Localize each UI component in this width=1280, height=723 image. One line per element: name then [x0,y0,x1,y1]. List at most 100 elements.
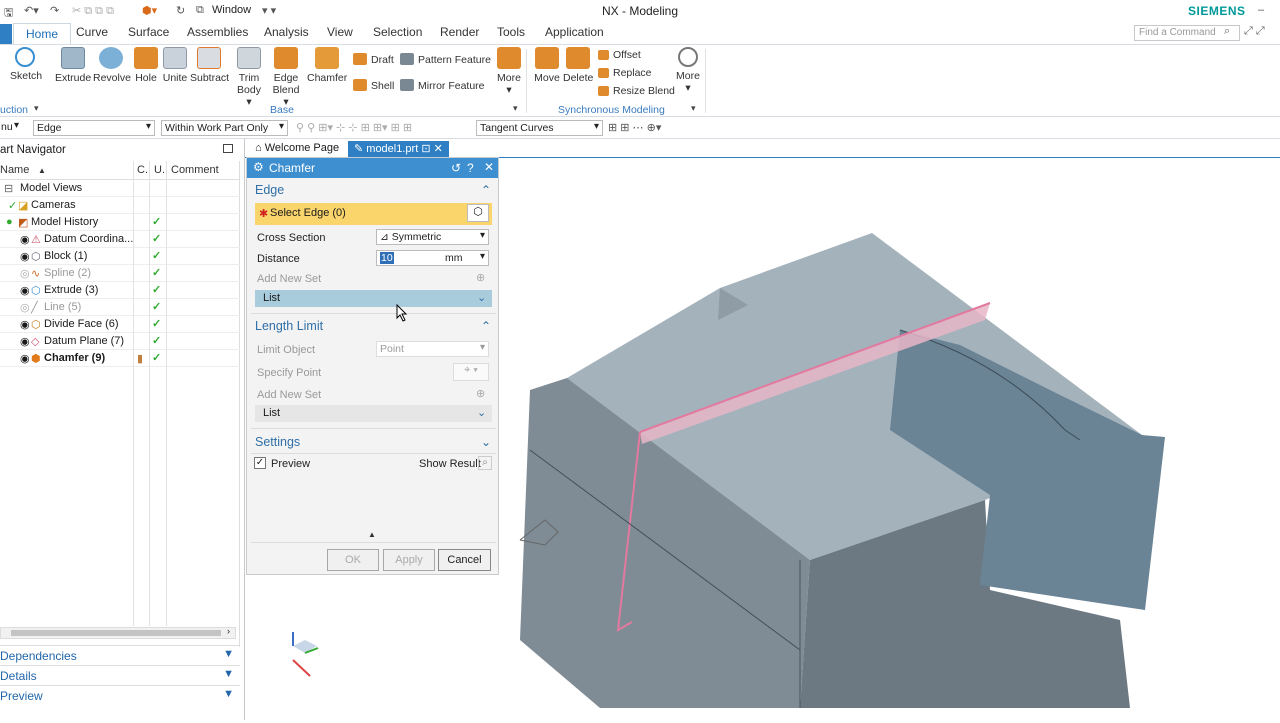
show-result-icon[interactable]: ⌕ [478,456,492,470]
visibility-icon[interactable]: ◉ [20,284,30,297]
selection-scope-dropdown[interactable]: Within Work Part Only [161,120,288,136]
tab-application[interactable]: Application [545,25,604,44]
extrude-button[interactable]: Extrude [55,47,91,84]
offset-button[interactable]: Offset [598,49,641,61]
tab-welcome-page[interactable]: ⌂ Welcome Page [249,141,345,158]
curve-rule-dropdown[interactable]: Tangent Curves [476,120,603,136]
tab-model1[interactable]: ✎ model1.prt ⊡ ✕ [348,141,449,158]
replace-button[interactable]: Replace [598,67,652,79]
trim-body-button[interactable]: Trim Body ▾ [233,47,265,108]
length-limit-header[interactable]: Length Limit ⌃ [255,319,491,333]
cancel-button[interactable]: Cancel [438,549,491,571]
select-edge-icon[interactable]: ⬡ [467,204,489,222]
more-sync-button[interactable]: More ▾ [673,47,703,94]
tree-node[interactable]: ◉ ⬢ Chamfer (9) ▮ ✓ [0,350,240,367]
ok-button[interactable]: OK [327,549,379,571]
edge-blend-button[interactable]: Edge Blend ▾ [270,47,302,108]
cross-section-dropdown[interactable]: ⊿ Symmetric [376,229,489,245]
tab-assemblies[interactable]: Assemblies [187,25,248,44]
expand-icon[interactable]: ⤢ ⤢ [1244,25,1265,38]
unite-button[interactable]: Unite [160,47,190,84]
tab-view[interactable]: View [327,25,353,44]
chamfer-button[interactable]: Chamfer [307,47,347,84]
visibility-icon[interactable]: ◉ [20,352,30,365]
close-icon[interactable]: ✕ [484,160,494,174]
snap-tools-icon[interactable]: ⊞ ⊞ ⋯ ⊕▾ [608,121,661,134]
hidden-icon[interactable]: ◎ [20,301,30,314]
visibility-icon[interactable]: ◉ [20,250,30,263]
type-filter-dropdown[interactable]: Edge [33,120,155,136]
edge-section-header[interactable]: Edge ⌃ [255,183,491,197]
scrollbar-thumb[interactable] [11,630,221,636]
sync-chevron-icon[interactable]: ▾ [691,103,696,114]
close-tab-icon[interactable]: ✕ [434,143,443,155]
tree-node[interactable]: ◉ ◇ Datum Plane (7) ✓ [0,333,240,350]
point-dialog-icon[interactable]: ⌖ ▾ [453,363,489,381]
more-base-button[interactable]: More ▾ [494,47,524,96]
sort-ascending-icon[interactable]: ▲ [38,166,46,175]
select-edge-row[interactable]: ✱ Select Edge (0) ⬡ [255,203,492,225]
tab-analysis[interactable]: Analysis [264,25,309,44]
visibility-icon[interactable]: ◉ [20,335,30,348]
search-icon[interactable]: ⌕ [1224,25,1230,38]
visibility-icon[interactable]: ◉ [20,233,30,246]
collapse-icon[interactable]: ▲ [368,530,376,539]
sketch-button[interactable]: Sketch [10,47,42,82]
preview-panel[interactable]: Preview ▼ [0,685,240,704]
reset-icon[interactable]: ↺ [451,161,461,175]
subtract-button[interactable]: Subtract [190,47,229,84]
limit-object-dropdown[interactable]: Point [376,341,489,357]
add-set-icon[interactable]: ⊕ [476,387,485,400]
hidden-icon[interactable]: ◎ [20,267,30,280]
settings-header[interactable]: Settings ⌄ [255,435,491,449]
distance-field[interactable]: 10 mm [376,250,489,266]
filter-tools-icon[interactable]: ⚲ ⚲ ⊞▾ ⊹ ⊹ ⊞ ⊞▾ ⊞ ⊞ [296,121,412,134]
list-expander[interactable]: List ⌄ [255,405,492,422]
tab-render[interactable]: Render [440,25,479,44]
dialog-header[interactable]: ⚙ Chamfer ↺ ? ✕ [247,158,498,178]
tab-tools[interactable]: Tools [497,25,525,44]
dependencies-panel[interactable]: Dependencies ▼ [0,645,240,664]
tab-selection[interactable]: Selection [373,25,422,44]
column-current[interactable]: C. [137,164,148,176]
delete-face-button[interactable]: Delete [563,47,593,84]
tree-node[interactable]: ⊟ Model Views [0,180,240,197]
help-icon[interactable]: ? [467,161,474,175]
tree-node[interactable]: ◉ ⬡ Divide Face (6) ✓ [0,316,240,333]
panel-splitter[interactable] [244,139,245,720]
base-chevron-icon[interactable]: ▾ [513,103,518,114]
tree-node[interactable]: ● ◩ Model History ✓ [0,214,240,231]
list-expander[interactable]: List ⌄ [255,290,492,307]
shell-button[interactable]: Shell [353,79,394,92]
pattern-feature-button[interactable]: Pattern Feature [400,53,491,66]
resize-blend-button[interactable]: Resize Blend [598,85,675,97]
move-face-button[interactable]: Move [532,47,562,84]
tree-node[interactable]: ✓ ◪ Cameras [0,197,240,214]
visibility-icon[interactable]: ◉ [20,318,30,331]
add-set-icon[interactable]: ⊕ [476,271,485,284]
maximize-icon[interactable] [223,144,233,153]
revolve-button[interactable]: Revolve [93,47,131,84]
tab-curve[interactable]: Curve [76,25,108,44]
hole-button[interactable]: Hole [133,47,159,84]
draft-button[interactable]: Draft [353,53,394,66]
scroll-right-icon[interactable]: › [227,626,230,636]
apply-button[interactable]: Apply [383,549,435,571]
show-result-label[interactable]: Show Result [419,458,481,470]
mirror-feature-button[interactable]: Mirror Feature [400,79,485,92]
file-tab[interactable] [0,24,12,44]
column-comment[interactable]: Comment [171,164,219,176]
tree-node[interactable]: ◎ ∿ Spline (2) ✓ [0,265,240,282]
expand-icon[interactable]: ⊟ [4,182,13,195]
tab-home[interactable]: Home [13,23,72,45]
distance-value[interactable]: 10 [380,252,394,264]
construction-chevron-icon[interactable]: ▾ [34,103,39,114]
column-name[interactable]: Name [0,164,29,176]
details-panel[interactable]: Details ▼ [0,665,240,684]
minimize-icon[interactable]: – [1258,4,1264,16]
column-uptodate[interactable]: U. [154,164,165,176]
horizontal-scrollbar[interactable]: › [0,626,236,639]
tree-node[interactable]: ◉ ⚠ Datum Coordina... ✓ [0,231,240,248]
tree-node[interactable]: ◎ ╱ Line (5) ✓ [0,299,240,316]
menu-dropdown[interactable]: nu [0,120,22,136]
